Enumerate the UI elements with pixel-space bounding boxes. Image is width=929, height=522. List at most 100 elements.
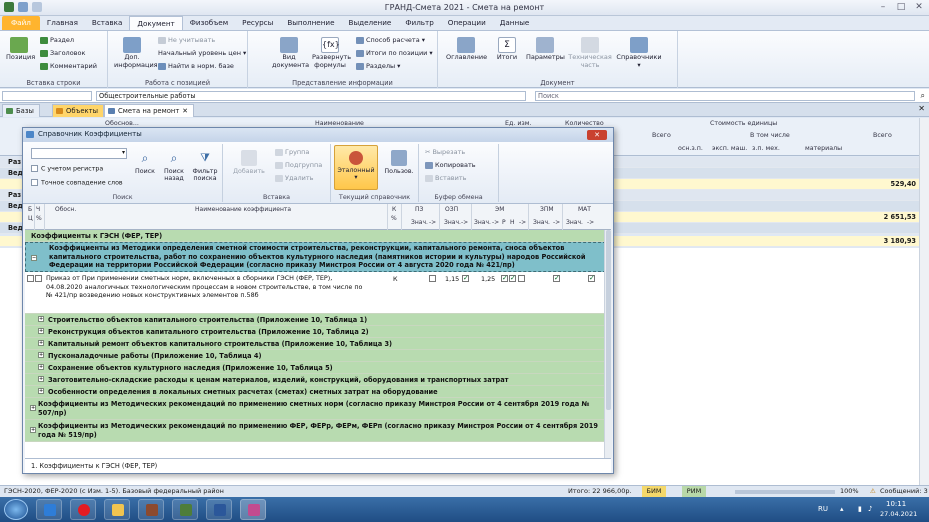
razdel-button[interactable]: Раздел <box>40 36 74 44</box>
checkbox-icon[interactable] <box>553 274 560 282</box>
calc-method-dropdown[interactable]: Способ расчета ▾ <box>356 36 425 44</box>
tray-arrow-icon[interactable]: ▴ <box>840 505 844 513</box>
tree-row[interactable]: + Коэффициенты из Методических рекомендац… <box>25 398 611 420</box>
checkbox-icon[interactable] <box>509 274 516 282</box>
language-indicator[interactable]: RU <box>818 505 828 513</box>
formula-input[interactable]: Общестроительные работы <box>96 91 526 101</box>
checkbox-icon[interactable] <box>27 275 34 282</box>
dop-info-button[interactable]: Доп. информация <box>114 37 158 69</box>
contents-button[interactable]: Оглавление <box>446 37 487 62</box>
taskbar-app[interactable] <box>36 499 62 520</box>
refs-dropdown[interactable]: Справочники ▾ <box>616 37 662 69</box>
sections-dropdown[interactable]: Разделы ▾ <box>356 62 400 70</box>
menu-selection[interactable]: Выделение <box>342 16 399 30</box>
menu-data[interactable]: Данные <box>493 16 537 30</box>
taskbar-app[interactable] <box>206 499 232 520</box>
header-button[interactable]: Заголовок <box>40 49 85 57</box>
volume-icon[interactable]: ♪ <box>868 505 872 513</box>
checkbox-icon[interactable] <box>35 275 42 282</box>
expand-icon[interactable]: + <box>38 316 44 322</box>
taskbar-app[interactable] <box>172 499 198 520</box>
cut-button[interactable]: ✂ Вырезать <box>425 148 465 156</box>
tab-objects[interactable]: Объекты <box>52 104 104 117</box>
taskbar-app-active[interactable] <box>240 499 266 520</box>
taskbar-app[interactable] <box>104 499 130 520</box>
expand-formulas-button[interactable]: {fx} Развернуть формулы <box>312 37 351 69</box>
menu-document[interactable]: Документ <box>129 16 183 30</box>
search-icon[interactable]: ⌕ <box>921 91 925 101</box>
exact-checkbox[interactable]: Точное совпадение слов <box>31 179 123 187</box>
tree-row[interactable]: + Пусконаладочные работы (Приложение 10, … <box>25 350 611 362</box>
tree-row[interactable]: + Сохранение объектов культурного наследи… <box>25 362 611 374</box>
search-back-button[interactable]: ⌕ Поиск назад <box>161 150 187 182</box>
comment-button[interactable]: Комментарий <box>40 62 97 70</box>
tab-bases[interactable]: Базы <box>2 104 40 117</box>
maximize-icon[interactable]: □ <box>895 2 907 13</box>
checkbox-icon[interactable] <box>588 274 595 282</box>
expand-icon[interactable]: + <box>38 340 44 346</box>
menu-file[interactable]: Файл <box>2 16 40 30</box>
menu-resources[interactable]: Ресурсы <box>235 16 280 30</box>
register-checkbox[interactable]: С учетом регистра <box>31 165 103 173</box>
bim-toggle[interactable]: БИМ <box>642 486 666 497</box>
taskbar-app[interactable] <box>138 499 164 520</box>
params-button[interactable]: Параметры <box>526 37 565 62</box>
tree-row[interactable]: − Коэффициенты из Методики определения с… <box>25 242 611 272</box>
tree-row[interactable]: Коэффициенты к ГЭСН (ФЕР, ТЕР) <box>25 230 611 242</box>
cell-ref-input[interactable] <box>2 91 92 101</box>
checkbox-icon[interactable] <box>501 274 508 282</box>
search-combo[interactable]: ▾ <box>31 148 127 159</box>
expand-icon[interactable]: + <box>30 427 36 433</box>
warning-icon[interactable]: ⚠ <box>870 486 876 497</box>
position-button[interactable]: Позиция <box>6 37 35 62</box>
etalon-button[interactable]: Эталонный ▾ <box>334 145 378 190</box>
checkbox-icon[interactable] <box>518 275 525 282</box>
delete-button[interactable]: Удалить <box>275 174 313 182</box>
paste-button[interactable]: Вставить <box>425 174 466 182</box>
tree-row[interactable]: + Особенности определения в локальных сме… <box>25 386 611 398</box>
taskbar-app[interactable] <box>70 499 96 520</box>
checkbox-icon[interactable] <box>429 275 436 282</box>
menu-operations[interactable]: Операции <box>441 16 493 30</box>
group-button[interactable]: Группа <box>275 148 309 156</box>
view-doc-button[interactable]: Вид документа <box>272 37 309 69</box>
zoom-slider[interactable] <box>735 490 835 494</box>
expand-icon[interactable]: + <box>38 364 44 370</box>
minimize-icon[interactable]: – <box>877 2 889 13</box>
rim-toggle[interactable]: РИМ <box>682 486 706 497</box>
start-level-dropdown[interactable]: Начальный уровень цен ▾ <box>158 49 246 57</box>
tech-part-button[interactable]: Техническая часть <box>568 37 612 69</box>
expand-icon[interactable]: + <box>38 376 44 382</box>
close-icon[interactable]: ✕ <box>913 2 925 13</box>
menu-home[interactable]: Главная <box>40 16 85 30</box>
copy-button[interactable]: Копировать <box>425 161 476 169</box>
start-button[interactable] <box>4 499 28 520</box>
expand-icon[interactable]: + <box>38 352 44 358</box>
checkbox-icon[interactable] <box>462 274 469 282</box>
tree-row[interactable]: + Строительство объектов капитального стр… <box>25 314 611 326</box>
dialog-close-button[interactable]: ✕ <box>587 130 607 140</box>
search-filter-button[interactable]: ⧩ Фильтр поиска <box>191 150 219 182</box>
tree-row[interactable]: + Капитальный ремонт объектов капитальног… <box>25 338 611 350</box>
tree-row[interactable]: + Коэффициенты из Методических рекомендац… <box>25 420 611 442</box>
scroll-thumb[interactable] <box>606 230 611 410</box>
clock-time[interactable]: 10:11 <box>886 500 906 508</box>
menu-physvolume[interactable]: Физобъем <box>183 16 235 30</box>
grid-scrollbar[interactable] <box>604 230 612 458</box>
clock-date[interactable]: 27.04.2021 <box>880 510 917 518</box>
network-icon[interactable]: ▮ <box>858 505 862 513</box>
expand-icon[interactable]: + <box>38 328 44 334</box>
coefficient-row[interactable]: Приказ от При применении сметных норм, в… <box>25 272 611 314</box>
subgroup-button[interactable]: Подгруппа <box>275 161 322 169</box>
expand-icon[interactable]: + <box>30 405 36 411</box>
add-button[interactable]: Добавить <box>231 150 267 175</box>
close-icon[interactable]: ✕ <box>918 104 925 113</box>
collapse-icon[interactable]: − <box>31 255 37 261</box>
expand-icon[interactable]: + <box>38 388 44 394</box>
user-ref-button[interactable]: Пользов. <box>383 150 415 175</box>
menu-filter[interactable]: Фильтр <box>398 16 440 30</box>
tree-row[interactable]: + Реконструкция объектов капитального стр… <box>25 326 611 338</box>
totals-by-pos-dropdown[interactable]: Итоги по позиции ▾ <box>356 49 433 57</box>
tree-row[interactable]: + Заготовительно-складские расходы к цена… <box>25 374 611 386</box>
close-tab-icon[interactable]: ✕ <box>182 107 188 115</box>
